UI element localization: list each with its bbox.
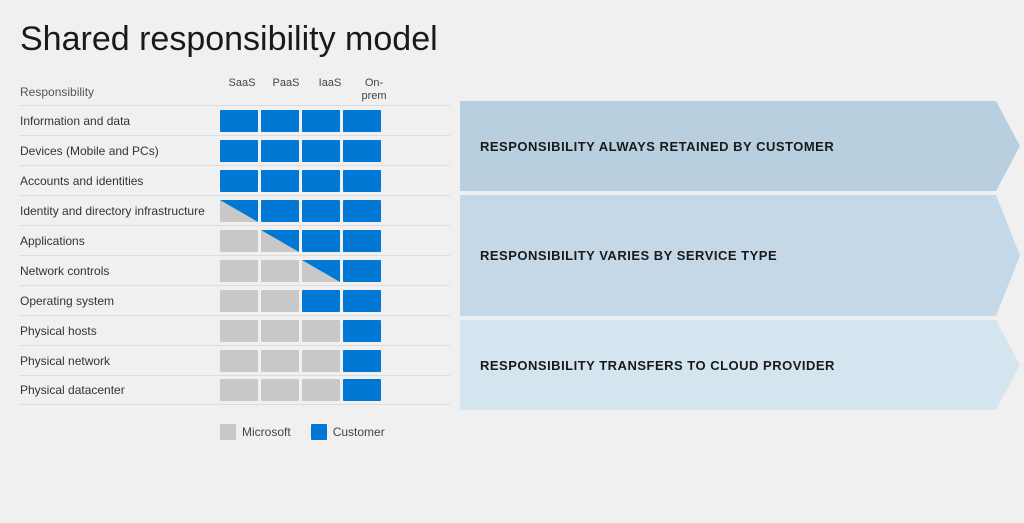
cell [343, 260, 381, 282]
row-label: Accounts and identities [20, 174, 220, 188]
row-cells [220, 320, 420, 342]
table-row: Applications [20, 225, 450, 255]
table-row: Information and data [20, 105, 450, 135]
arrow-label: RESPONSIBILITY TRANSFERS TO CLOUD PROVID… [460, 358, 875, 373]
row-label: Operating system [20, 294, 220, 308]
row-cells [220, 350, 420, 372]
cell [261, 200, 299, 222]
cell [302, 379, 340, 401]
row-label: Physical hosts [20, 324, 220, 338]
cell [343, 290, 381, 312]
col-header-onprem: On-prem [352, 77, 396, 103]
row-label: Physical datacenter [20, 383, 220, 397]
col-header-paas: PaaS [264, 77, 308, 103]
responsibility-header: Responsibility [20, 85, 220, 103]
table-row: Accounts and identities [20, 165, 450, 195]
arrow-band: RESPONSIBILITY VARIES BY SERVICE TYPE [460, 195, 1020, 316]
cell [302, 260, 340, 282]
row-label: Applications [20, 234, 220, 248]
row-cells [220, 140, 420, 162]
arrows-section: RESPONSIBILITY ALWAYS RETAINED BY CUSTOM… [460, 101, 1020, 414]
table-row: Network controls [20, 255, 450, 285]
row-label: Identity and directory infrastructure [20, 204, 220, 218]
cell [220, 320, 258, 342]
row-label: Network controls [20, 264, 220, 278]
cell [302, 110, 340, 132]
table-section: Responsibility SaaS PaaS IaaS On-prem In… [20, 77, 450, 414]
cell [220, 260, 258, 282]
cell [261, 230, 299, 252]
arrow-band: RESPONSIBILITY ALWAYS RETAINED BY CUSTOM… [460, 101, 1020, 191]
cell [261, 260, 299, 282]
col-header-iaas: IaaS [308, 77, 352, 103]
table-row: Operating system [20, 285, 450, 315]
cell [343, 170, 381, 192]
legend: Microsoft Customer [20, 424, 1004, 440]
cell [302, 320, 340, 342]
row-cells [220, 110, 420, 132]
row-cells [220, 200, 420, 222]
cell [220, 379, 258, 401]
table-rows: Information and data Devices (Mobile and … [20, 105, 450, 405]
cell [261, 110, 299, 132]
cell [261, 350, 299, 372]
cell [220, 140, 258, 162]
cell [261, 290, 299, 312]
cell [261, 320, 299, 342]
table-row: Physical hosts [20, 315, 450, 345]
row-cells [220, 379, 420, 401]
cell [220, 170, 258, 192]
chart-area: Responsibility SaaS PaaS IaaS On-prem In… [20, 77, 1004, 414]
row-cells [220, 260, 420, 282]
cell [343, 140, 381, 162]
row-label: Devices (Mobile and PCs) [20, 144, 220, 158]
row-label: Information and data [20, 114, 220, 128]
legend-microsoft-box [220, 424, 236, 440]
cell [302, 290, 340, 312]
legend-customer-label: Customer [333, 425, 385, 439]
arrow-label: RESPONSIBILITY VARIES BY SERVICE TYPE [460, 248, 817, 263]
cell [343, 379, 381, 401]
table-row: Identity and directory infrastructure [20, 195, 450, 225]
cell [220, 110, 258, 132]
cell [220, 230, 258, 252]
cell [220, 290, 258, 312]
cell [220, 350, 258, 372]
cell [302, 140, 340, 162]
cell [302, 170, 340, 192]
legend-microsoft: Microsoft [220, 424, 291, 440]
arrow-band: RESPONSIBILITY TRANSFERS TO CLOUD PROVID… [460, 320, 1020, 410]
cell [302, 230, 340, 252]
cell [302, 350, 340, 372]
row-cells [220, 290, 420, 312]
cell [343, 350, 381, 372]
arrow-label: RESPONSIBILITY ALWAYS RETAINED BY CUSTOM… [460, 139, 874, 154]
row-cells [220, 170, 420, 192]
legend-customer-box [311, 424, 327, 440]
table-row: Devices (Mobile and PCs) [20, 135, 450, 165]
legend-customer: Customer [311, 424, 385, 440]
page-container: Shared responsibility model Responsibili… [0, 0, 1024, 523]
page-title: Shared responsibility model [20, 20, 1004, 59]
cell [261, 379, 299, 401]
table-header: Responsibility SaaS PaaS IaaS On-prem [20, 77, 450, 103]
cell [343, 230, 381, 252]
col-header-saas: SaaS [220, 77, 264, 103]
row-cells [220, 230, 420, 252]
column-headers: SaaS PaaS IaaS On-prem [220, 77, 420, 103]
legend-microsoft-label: Microsoft [242, 425, 291, 439]
cell [261, 140, 299, 162]
cell [343, 110, 381, 132]
cell [343, 200, 381, 222]
table-row: Physical datacenter [20, 375, 450, 405]
cell [261, 170, 299, 192]
cell [343, 320, 381, 342]
table-row: Physical network [20, 345, 450, 375]
cell [302, 200, 340, 222]
cell [220, 200, 258, 222]
row-label: Physical network [20, 354, 220, 368]
